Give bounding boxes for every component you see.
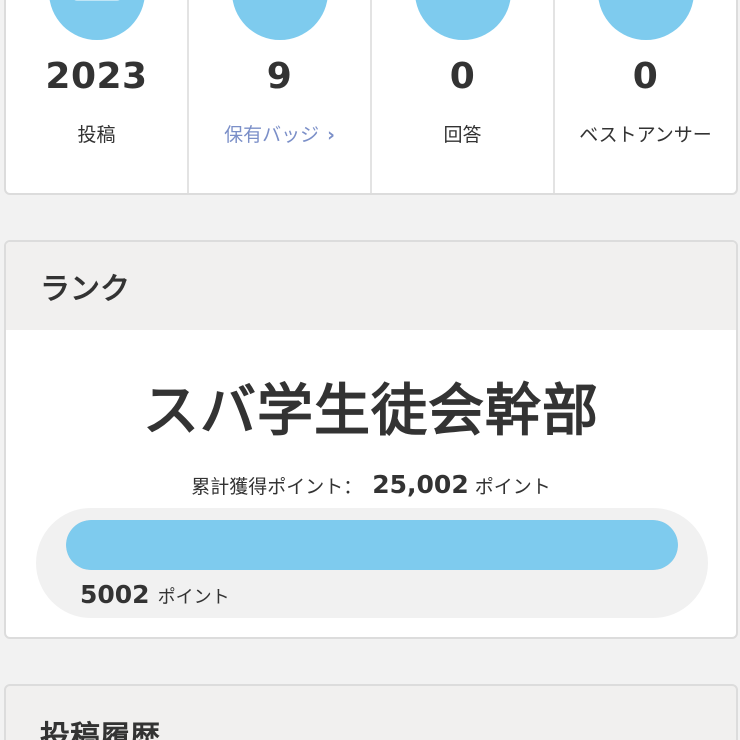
rank-progress: 5002 ポイント	[36, 508, 708, 618]
stat-best-answers-value: 0	[632, 56, 659, 97]
stat-posts-value: 2023	[45, 56, 148, 97]
progress-fill	[66, 520, 678, 570]
stat-badges[interactable]: 9 保有バッジ ›	[187, 0, 370, 193]
rank-name: スバ学生徒会幹部	[143, 379, 599, 444]
pencil-icon	[414, 0, 511, 40]
progress-unit: ポイント	[157, 587, 230, 608]
badge-icon	[231, 0, 328, 40]
badges-link-label: 保有バッジ	[224, 124, 320, 146]
badges-link[interactable]: 保有バッジ ›	[189, 120, 370, 147]
rank-card: ランク スバ学生徒会幹部 累計獲得ポイント： 25,002 ポイント 5002 ポイン…	[4, 240, 738, 639]
crown-icon	[597, 0, 694, 40]
progress-points: 5002 ポイント	[80, 580, 230, 609]
rank-header: ランク	[6, 242, 736, 330]
post-history-header: 投稿履歴	[4, 684, 738, 740]
stat-best-answers[interactable]: 0 ベストアンサー	[553, 0, 736, 193]
document-icon	[48, 0, 145, 40]
progress-value: 5002	[80, 580, 150, 609]
stat-answers[interactable]: 0 回答	[370, 0, 553, 193]
chevron-right-icon: ›	[327, 124, 335, 146]
rank-total-value: 25,002	[372, 470, 469, 499]
stat-best-answers-label: ベストアンサー	[579, 124, 712, 146]
rank-total-label: 累計獲得ポイント：	[191, 476, 363, 498]
stat-badges-value: 9	[266, 56, 293, 97]
progress-track	[66, 520, 678, 570]
rank-total-points: 累計獲得ポイント： 25,002 ポイント	[6, 470, 736, 499]
stat-answers-label: 回答	[443, 124, 482, 146]
rank-total-unit: ポイント	[474, 476, 551, 498]
stat-posts[interactable]: 2023 投稿	[6, 0, 187, 193]
stat-answers-value: 0	[449, 56, 476, 97]
stats-card: 2023 投稿 9 保有バッジ › 0 回答 0 ベストアンサー	[4, 0, 738, 195]
stat-posts-label: 投稿	[77, 124, 116, 146]
